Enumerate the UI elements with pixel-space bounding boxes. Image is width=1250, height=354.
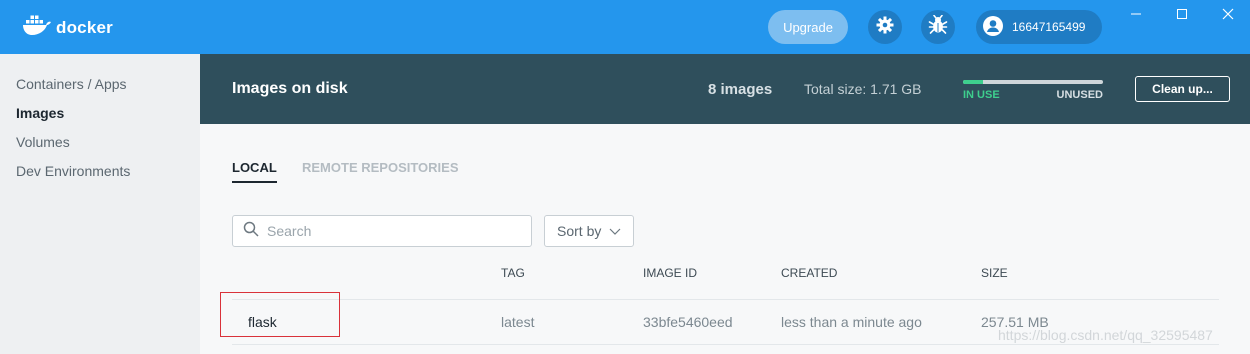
gear-icon xyxy=(876,16,894,39)
highlight-box xyxy=(220,292,340,337)
account-button[interactable]: 16647165499 xyxy=(976,10,1102,44)
sidebar-item-containers[interactable]: Containers / Apps xyxy=(16,76,127,92)
minimize-button[interactable] xyxy=(1126,6,1146,26)
image-created: less than a minute ago xyxy=(781,314,922,330)
disk-usage-bar xyxy=(963,80,1103,84)
sidebar-item-images[interactable]: Images xyxy=(16,105,64,121)
chevron-down-icon xyxy=(609,223,621,239)
maximize-button[interactable] xyxy=(1172,6,1192,26)
disk-usage-fill xyxy=(963,80,983,84)
maximize-icon xyxy=(1176,7,1188,25)
watermark: https://blog.csdn.net/qq_32595487 xyxy=(998,327,1213,343)
sort-by-label: Sort by xyxy=(557,223,602,239)
troubleshoot-button[interactable] xyxy=(921,10,955,44)
column-header-image-id[interactable]: IMAGE ID xyxy=(643,266,697,280)
column-header-tag[interactable]: TAG xyxy=(501,266,525,280)
close-icon xyxy=(1222,7,1234,25)
in-use-label: IN USE xyxy=(963,89,1000,101)
column-header-created[interactable]: CREATED xyxy=(781,266,837,280)
images-header: Images on disk 8 images Total size: 1.71… xyxy=(200,54,1250,124)
clean-up-button[interactable]: Clean up... xyxy=(1135,76,1230,102)
docker-logo: docker xyxy=(22,14,113,41)
total-size: Total size: 1.71 GB xyxy=(804,81,922,97)
image-id: 33bfe5460eed xyxy=(643,314,733,330)
upgrade-button[interactable]: Upgrade xyxy=(768,10,848,44)
search-input[interactable] xyxy=(267,223,517,239)
logo-text: docker xyxy=(56,17,113,37)
settings-button[interactable] xyxy=(868,10,902,44)
sort-by-dropdown[interactable]: Sort by xyxy=(544,215,634,247)
page-title: Images on disk xyxy=(232,80,348,97)
table-divider xyxy=(232,344,1219,345)
tab-remote-repositories[interactable]: REMOTE REPOSITORIES xyxy=(302,160,459,181)
column-header-size[interactable]: SIZE xyxy=(981,266,1008,280)
account-name: 16647165499 xyxy=(1012,20,1086,34)
main-content: LOCAL REMOTE REPOSITORIES Sort by TAG IM… xyxy=(200,124,1250,354)
minimize-icon xyxy=(1130,7,1142,25)
docker-whale-icon xyxy=(22,14,52,41)
image-tag: latest xyxy=(501,314,535,330)
sidebar-item-volumes[interactable]: Volumes xyxy=(16,134,70,150)
search-icon xyxy=(243,221,259,242)
search-box[interactable] xyxy=(232,215,532,247)
sidebar-item-dev-environments[interactable]: Dev Environments xyxy=(16,163,130,179)
image-count: 8 images xyxy=(708,81,773,98)
bug-icon xyxy=(928,14,948,40)
sidebar: Containers / Apps Images Volumes Dev Env… xyxy=(0,54,200,354)
close-button[interactable] xyxy=(1218,6,1238,26)
tab-local[interactable]: LOCAL xyxy=(232,160,277,183)
account-icon xyxy=(982,15,1004,40)
unused-label: UNUSED xyxy=(1056,89,1103,101)
top-bar: docker Upgrade 16647165499 xyxy=(0,0,1250,54)
